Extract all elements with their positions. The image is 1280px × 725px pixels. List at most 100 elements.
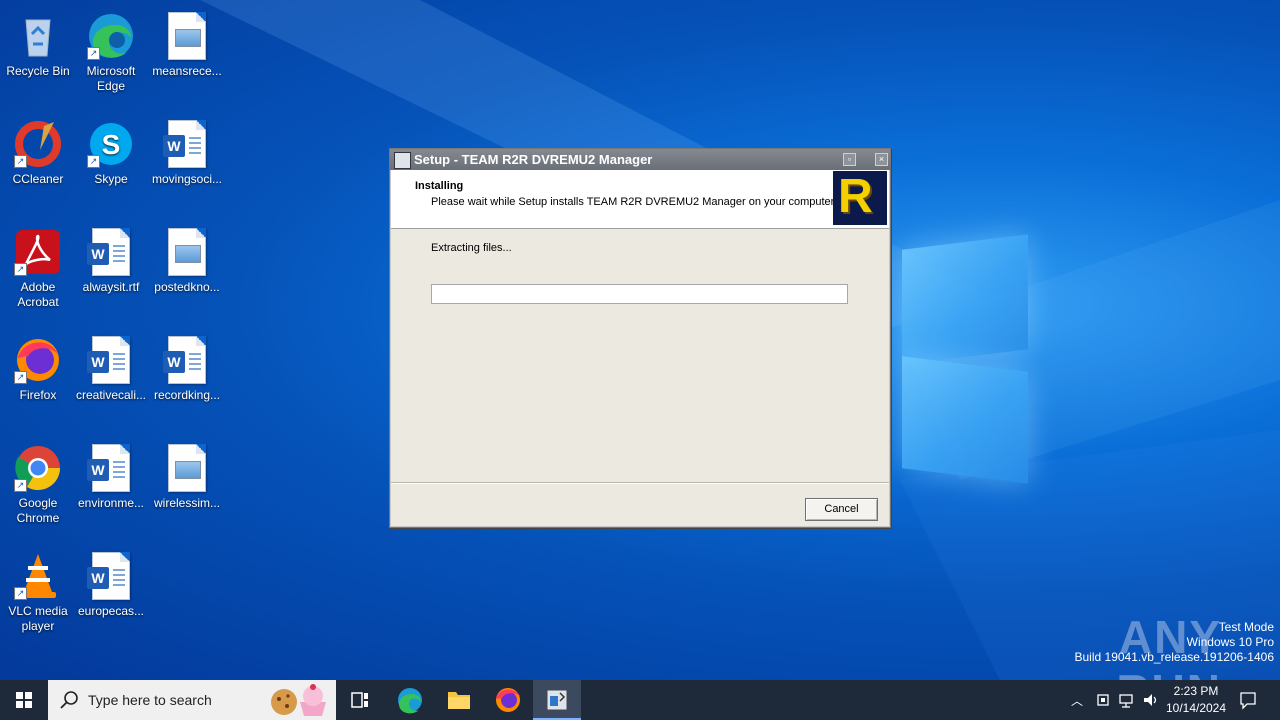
setup-dialog: Setup - TEAM R2R DVREMU2 Manager ▫ × Ins… xyxy=(389,148,891,528)
folder-icon xyxy=(448,692,470,709)
desktop-icon-label: alwaysit.rtf xyxy=(82,280,140,294)
desktop-icon-label: postedkno... xyxy=(154,280,220,294)
search-highlight-icon xyxy=(271,684,326,716)
taskbar: Type here to search ︿ 2:23 PM 10/14/2024 xyxy=(0,680,1280,720)
word-doc-icon: W xyxy=(87,552,135,600)
action-center-icon[interactable] xyxy=(1238,690,1258,710)
desktop-icon-label: Google Chrome xyxy=(16,496,60,525)
setup-app-icon xyxy=(394,152,411,169)
firefox-icon: ↗ xyxy=(14,336,62,384)
cancel-button[interactable]: Cancel xyxy=(805,498,878,521)
desktop-icon-label: VLC media player xyxy=(8,604,68,633)
r2r-logo: R xyxy=(833,171,887,225)
firefox-icon xyxy=(496,688,520,712)
desktop-icon-label: meansrece... xyxy=(152,64,222,78)
svg-text:S: S xyxy=(102,129,121,160)
network-drive-icon[interactable] xyxy=(1095,692,1111,708)
taskbar-file-explorer[interactable] xyxy=(435,680,483,720)
desktop-icon-recycle-bin[interactable]: Recycle Bin xyxy=(0,8,76,79)
desktop-icon-google-chrome[interactable]: ↗ Google Chrome xyxy=(0,440,76,526)
desktop-icon-label: wirelessim... xyxy=(153,496,220,510)
desktop-icon-alwaysit-rtf[interactable]: W alwaysit.rtf xyxy=(73,224,149,295)
shortcut-arrow-icon: ↗ xyxy=(14,479,27,492)
desktop-icon-ccleaner[interactable]: ↗ CCleaner xyxy=(0,116,76,187)
status-text: Extracting files... xyxy=(431,242,512,254)
taskbar-setup-app[interactable] xyxy=(533,680,581,720)
desktop-icon-environme[interactable]: W environme... xyxy=(73,440,149,511)
install-subheading: Please wait while Setup installs TEAM R2… xyxy=(431,196,837,208)
desktop-icon-firefox[interactable]: ↗ Firefox xyxy=(0,332,76,403)
minimize-button[interactable]: ▫ xyxy=(843,153,856,166)
desktop-icon-creativecali[interactable]: W creativecali... xyxy=(73,332,149,403)
desktop-icon-label: Microsoft Edge xyxy=(86,64,136,93)
desktop-icon-vlc[interactable]: ↗ VLC media player xyxy=(0,548,76,634)
desktop-icon-label: Skype xyxy=(94,172,128,186)
clock-time: 2:23 PM xyxy=(1173,684,1219,698)
clock-date: 10/14/2024 xyxy=(1165,701,1227,715)
search-icon xyxy=(60,691,78,709)
edge-icon xyxy=(398,688,422,714)
word-doc-icon: W xyxy=(163,336,211,384)
desktop-icon-label: Firefox xyxy=(19,388,57,402)
anyrun-watermark: ANY RUN Test Mode Windows 10 Pro Build 1… xyxy=(1075,611,1275,680)
taskbar-search-box[interactable]: Type here to search xyxy=(48,680,336,720)
acrobat-icon: ↗ xyxy=(14,228,62,276)
desktop-icon-movingsoci[interactable]: W movingsoci... xyxy=(149,116,225,187)
watermark-brand: ANY RUN xyxy=(1116,611,1222,680)
volume-icon[interactable] xyxy=(1142,692,1160,708)
image-file-icon xyxy=(163,12,211,60)
desktop-icon-postedkno[interactable]: postedkno... xyxy=(149,224,225,295)
desktop-icon-label: creativecali... xyxy=(75,388,147,402)
shortcut-arrow-icon: ↗ xyxy=(14,587,27,600)
vlc-icon: ↗ xyxy=(14,552,62,600)
recycle-bin-icon xyxy=(14,12,62,60)
desktop-icon-wirelessim[interactable]: wirelessim... xyxy=(149,440,225,511)
ccleaner-icon: ↗ xyxy=(14,120,62,168)
dialog-titlebar[interactable]: Setup - TEAM R2R DVREMU2 Manager ▫ × xyxy=(390,149,890,170)
shortcut-arrow-icon: ↗ xyxy=(14,371,27,384)
show-hidden-icons-chevron[interactable]: ︿ xyxy=(1071,692,1083,709)
desktop: Recycle Bin ↗ CCleaner ↗ Adobe Acrobat ↗… xyxy=(0,0,1280,680)
task-view-button[interactable] xyxy=(336,680,384,720)
taskbar-firefox[interactable] xyxy=(484,680,532,720)
desktop-icon-label: recordking... xyxy=(153,388,221,402)
word-doc-icon: W xyxy=(87,444,135,492)
desktop-icon-label: europecas... xyxy=(77,604,145,618)
close-button[interactable]: × xyxy=(875,153,888,166)
task-view-icon xyxy=(351,692,368,708)
install-heading: Installing xyxy=(415,180,464,192)
desktop-icon-label: Recycle Bin xyxy=(6,64,70,78)
search-placeholder: Type here to search xyxy=(88,692,212,708)
edge-icon: ↗ xyxy=(87,12,135,60)
chrome-icon: ↗ xyxy=(14,444,62,492)
shortcut-arrow-icon: ↗ xyxy=(87,47,100,60)
shortcut-arrow-icon: ↗ xyxy=(14,263,27,276)
image-file-icon xyxy=(163,444,211,492)
shortcut-arrow-icon: ↗ xyxy=(14,155,27,168)
desktop-icon-microsoft-edge[interactable]: ↗ Microsoft Edge xyxy=(73,8,149,94)
word-doc-icon: W xyxy=(87,228,135,276)
windows-start-icon xyxy=(16,692,32,708)
taskbar-clock[interactable]: 2:23 PM 10/14/2024 xyxy=(1162,683,1230,717)
image-file-icon xyxy=(163,228,211,276)
desktop-icon-recordking[interactable]: W recordking... xyxy=(149,332,225,403)
word-doc-icon: W xyxy=(87,336,135,384)
desktop-icon-label: Adobe Acrobat xyxy=(17,280,59,309)
skype-icon: S ↗ xyxy=(87,120,135,168)
desktop-icon-skype[interactable]: S ↗ Skype xyxy=(73,116,149,187)
dialog-header: Installing Please wait while Setup insta… xyxy=(391,170,889,229)
taskbar-edge[interactable] xyxy=(386,680,434,720)
desktop-icon-europecas[interactable]: W europecas... xyxy=(73,548,149,619)
desktop-icon-meansrece[interactable]: meansrece... xyxy=(149,8,225,79)
desktop-icon-label: environme... xyxy=(77,496,145,510)
dialog-title: Setup - TEAM R2R DVREMU2 Manager xyxy=(414,152,653,167)
desktop-icon-adobe-acrobat[interactable]: ↗ Adobe Acrobat xyxy=(0,224,76,310)
word-doc-icon: W xyxy=(163,120,211,168)
shortcut-arrow-icon: ↗ xyxy=(87,155,100,168)
progress-bar xyxy=(431,284,848,304)
desktop-icon-label: CCleaner xyxy=(12,172,64,186)
installer-icon xyxy=(546,689,568,711)
footer-divider xyxy=(391,482,889,484)
network-icon[interactable] xyxy=(1118,692,1136,708)
start-button[interactable] xyxy=(0,680,48,720)
